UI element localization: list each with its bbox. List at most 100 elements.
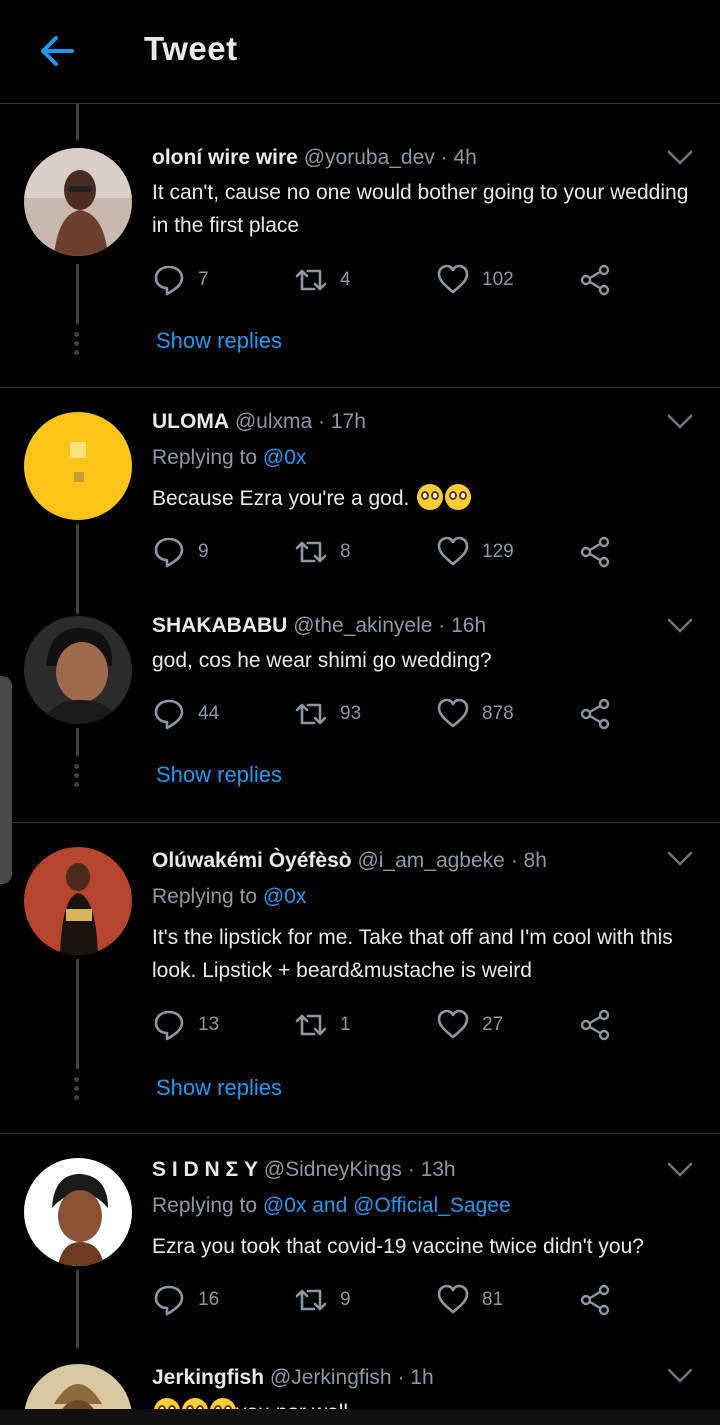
mention-link[interactable]: @0x bbox=[263, 885, 307, 908]
retweet-icon bbox=[295, 269, 327, 291]
avatar[interactable] bbox=[24, 1158, 132, 1266]
share-icon bbox=[580, 536, 610, 568]
mention-link[interactable]: @0x bbox=[263, 446, 307, 469]
tweet-actions: 13 1 27 bbox=[152, 1005, 622, 1045]
timestamp[interactable]: 1h bbox=[410, 1366, 433, 1389]
display-name[interactable]: Olúwakémi Òyéfèsò bbox=[152, 849, 352, 872]
thread-line bbox=[76, 598, 79, 614]
display-name[interactable]: ULOMA bbox=[152, 410, 229, 433]
timestamp[interactable]: 8h bbox=[524, 849, 547, 872]
tweet-text-content: you nor well bbox=[236, 1401, 348, 1409]
tweet-item[interactable]: S I D N Σ Y @SidneyKings · 13h Replying … bbox=[0, 1134, 720, 1348]
timestamp[interactable]: 17h bbox=[331, 410, 366, 433]
retweet-button[interactable]: 93 bbox=[294, 694, 361, 734]
retweet-button[interactable]: 1 bbox=[294, 1005, 351, 1045]
tweet-item[interactable]: SHAKABABU @the_akinyele · 16h god, cos h… bbox=[0, 598, 720, 822]
reply-button[interactable]: 13 bbox=[152, 1005, 219, 1045]
thread-ellipsis bbox=[74, 764, 80, 791]
user-handle[interactable]: @ulxma bbox=[235, 410, 312, 433]
display-name[interactable]: Jerkingfish bbox=[152, 1366, 264, 1389]
user-handle[interactable]: @Jerkingfish bbox=[270, 1366, 392, 1389]
retweet-button[interactable]: 9 bbox=[294, 1280, 351, 1320]
like-button[interactable]: 27 bbox=[436, 1005, 503, 1045]
user-handle[interactable]: @SidneyKings bbox=[264, 1158, 402, 1181]
retweet-button[interactable]: 4 bbox=[294, 260, 351, 300]
tweet-header: oloní wire wire @yoruba_dev · 4h bbox=[152, 146, 477, 170]
tweet-item[interactable]: Jerkingfish @Jerkingfish · 1h you nor we… bbox=[0, 1348, 720, 1409]
bottom-edge bbox=[0, 1409, 720, 1425]
tweet-text: It's the lipstick for me. Take that off … bbox=[152, 926, 673, 982]
separator: · bbox=[397, 1366, 405, 1389]
avatar[interactable] bbox=[24, 847, 132, 955]
share-icon bbox=[580, 698, 610, 730]
reply-button[interactable]: 7 bbox=[152, 260, 209, 300]
display-name[interactable]: oloní wire wire bbox=[152, 146, 298, 169]
retweet-count: 93 bbox=[340, 703, 362, 724]
tweet-text: Ezra you took that covid-19 vaccine twic… bbox=[152, 1235, 644, 1258]
like-button[interactable]: 129 bbox=[436, 532, 514, 572]
heart-icon bbox=[437, 264, 469, 294]
share-button[interactable] bbox=[578, 694, 612, 734]
back-arrow-icon[interactable] bbox=[36, 30, 78, 72]
mention-link[interactable]: @0x and @Official_Sagee bbox=[263, 1194, 511, 1217]
share-button[interactable] bbox=[578, 532, 612, 572]
tweet-item[interactable]: Olúwakémi Òyéfèsò @i_am_agbeke · 8h Repl… bbox=[0, 823, 720, 1133]
thread-line bbox=[76, 264, 79, 324]
like-button[interactable]: 878 bbox=[436, 694, 514, 734]
avatar[interactable] bbox=[24, 412, 132, 520]
user-handle[interactable]: @yoruba_dev bbox=[304, 146, 435, 169]
reply-button[interactable]: 9 bbox=[152, 532, 209, 572]
retweet-icon bbox=[295, 1014, 327, 1036]
reply-count: 44 bbox=[198, 703, 220, 724]
reply-button[interactable]: 16 bbox=[152, 1280, 219, 1320]
heart-icon bbox=[437, 698, 469, 728]
heart-icon bbox=[437, 536, 469, 566]
like-button[interactable]: 102 bbox=[436, 260, 514, 300]
user-handle[interactable]: @the_akinyele bbox=[293, 614, 432, 637]
retweet-count: 8 bbox=[340, 541, 351, 562]
chevron-down-icon[interactable] bbox=[666, 616, 694, 636]
like-button[interactable]: 81 bbox=[436, 1280, 503, 1320]
avatar[interactable] bbox=[24, 616, 132, 724]
share-icon bbox=[580, 1009, 610, 1041]
share-button[interactable] bbox=[578, 260, 612, 300]
timestamp[interactable]: 16h bbox=[451, 614, 486, 637]
reply-button[interactable]: 44 bbox=[152, 694, 219, 734]
chevron-down-icon[interactable] bbox=[666, 849, 694, 869]
timestamp[interactable]: 13h bbox=[421, 1158, 456, 1181]
display-name[interactable]: S I D N Σ Y bbox=[152, 1158, 258, 1181]
heart-icon bbox=[437, 1009, 469, 1039]
timestamp[interactable]: 4h bbox=[453, 146, 476, 169]
tweet-item[interactable]: ULOMA @ulxma · 17h Replying to @0x Becau… bbox=[0, 388, 720, 598]
show-replies-link[interactable]: Show replies bbox=[156, 762, 282, 788]
user-handle[interactable]: @i_am_agbeke bbox=[357, 849, 504, 872]
chevron-down-icon[interactable] bbox=[666, 148, 694, 168]
like-count: 102 bbox=[482, 269, 514, 290]
comment-icon bbox=[154, 537, 184, 568]
like-count: 878 bbox=[482, 703, 514, 724]
show-replies-link[interactable]: Show replies bbox=[156, 328, 282, 354]
avatar[interactable] bbox=[24, 148, 132, 256]
share-button[interactable] bbox=[578, 1280, 612, 1320]
chevron-down-icon[interactable] bbox=[666, 412, 694, 432]
retweet-button[interactable]: 8 bbox=[294, 532, 351, 572]
display-name[interactable]: SHAKABABU bbox=[152, 614, 287, 637]
reply-count: 7 bbox=[198, 269, 209, 290]
avatar[interactable] bbox=[24, 1364, 132, 1409]
tweet-header: Olúwakémi Òyéfèsò @i_am_agbeke · 8h bbox=[152, 849, 547, 873]
retweet-icon bbox=[295, 541, 327, 563]
pleading-face-emoji-icon bbox=[417, 484, 444, 510]
edge-panel-handle[interactable] bbox=[0, 676, 12, 884]
tweet-text: you nor well bbox=[152, 1396, 692, 1409]
separator: · bbox=[510, 849, 518, 872]
comment-icon bbox=[154, 1285, 184, 1316]
tweet-header: ULOMA @ulxma · 17h bbox=[152, 410, 366, 434]
share-button[interactable] bbox=[578, 1005, 612, 1045]
tweet-item[interactable]: oloní wire wire @yoruba_dev · 4h It can'… bbox=[0, 104, 720, 387]
show-replies-link[interactable]: Show replies bbox=[156, 1075, 282, 1101]
comment-icon bbox=[154, 699, 184, 730]
separator: · bbox=[407, 1158, 415, 1181]
separator: · bbox=[318, 410, 326, 433]
chevron-down-icon[interactable] bbox=[666, 1160, 694, 1180]
chevron-down-icon[interactable] bbox=[666, 1366, 694, 1386]
